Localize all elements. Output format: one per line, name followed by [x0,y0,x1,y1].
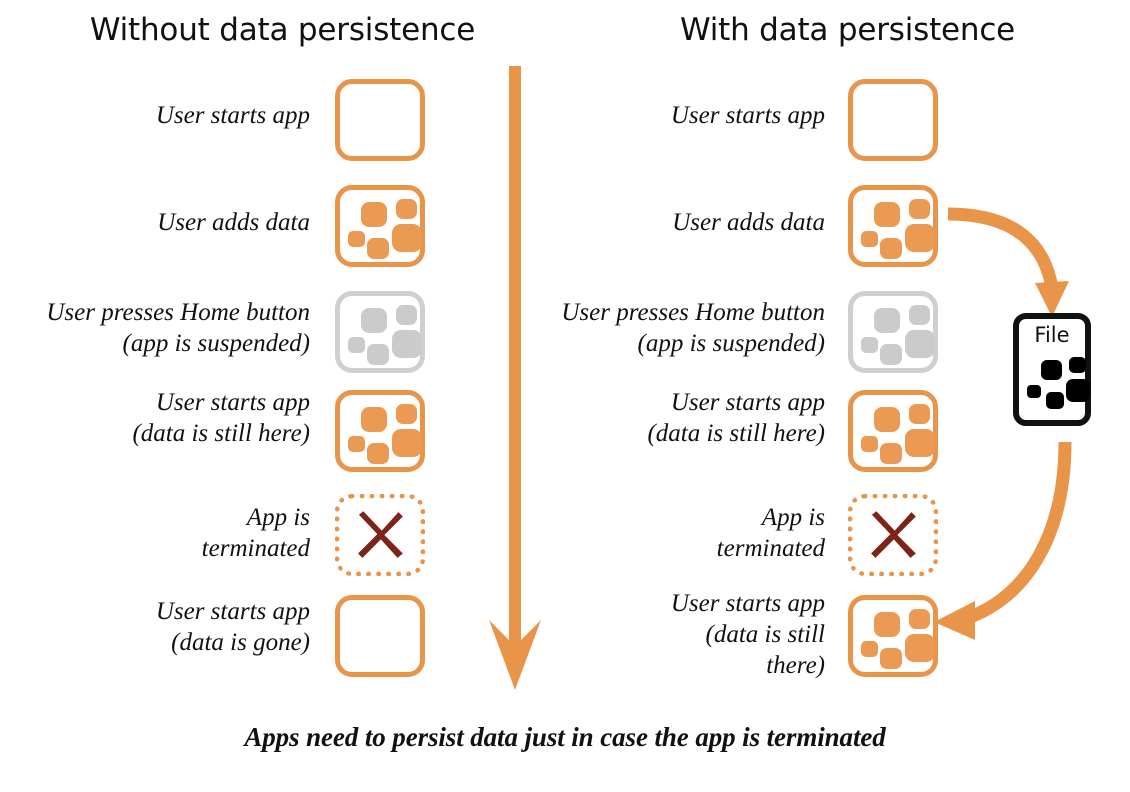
label-line: User adds data [672,209,825,236]
label-line: User starts app [670,102,825,129]
left-step-label-5: App is terminated [20,502,310,564]
data-tile [909,199,930,219]
right-step-label-2: User adds data [535,207,825,238]
data-tile [905,634,935,662]
data-tile [880,648,902,669]
right-step-label-5: App is terminated [535,502,825,564]
left-app-box-3 [335,291,425,373]
data-tile [861,231,878,247]
data-tile [861,641,878,657]
data-tile [905,429,935,457]
data-tile [880,238,902,259]
data-tile [348,231,365,247]
data-tile [861,436,878,452]
label-line: (data is still here) [132,420,310,447]
label-line: User starts app [670,389,825,416]
restore-from-file-arrow-icon [934,441,1072,640]
data-tile [367,344,389,365]
label-line: terminated [201,535,310,562]
data-tile [392,330,422,358]
data-tile [880,443,902,464]
label-line: User starts app [155,598,310,625]
data-tile [367,443,389,464]
data-tile [361,407,387,432]
label-line: User starts app [155,102,310,129]
save-to-file-arrow-icon [947,207,1069,317]
x-mark-icon [340,499,420,571]
right-app-box-5-terminated [848,494,938,576]
data-tile [905,330,935,358]
data-tile [1027,385,1041,398]
right-app-box-1 [848,79,938,161]
label-line: there) [766,652,825,679]
right-step-label-6: User starts app (data is still there) [535,588,825,681]
file-label: File [1034,323,1070,347]
right-step-label-3: User presses Home button (app is suspend… [515,297,825,359]
left-app-box-2 [335,185,425,267]
data-tile [348,436,365,452]
data-tile [396,305,417,325]
right-app-box-4 [848,390,938,472]
label-line: App is [761,504,825,531]
data-tile [880,344,902,365]
data-tile [1066,379,1090,402]
label-line: User starts app [670,590,825,617]
data-tile [905,224,935,252]
data-tile [392,224,422,252]
file-storage-box: File [1013,313,1091,426]
data-tile [909,609,930,629]
right-app-box-6 [848,595,938,677]
diagram-canvas: Without data persistence With data persi… [0,0,1130,792]
left-step-label-1: User starts app [20,100,310,131]
label-line: App is [246,504,310,531]
data-tile [874,407,900,432]
label-line: User presses Home button [46,299,310,326]
label-line: (data is still [705,621,825,648]
label-line: User starts app [155,389,310,416]
file-data-tiles [1025,353,1091,421]
data-tile [1041,360,1062,380]
timeline-arrow-icon [489,66,541,690]
right-app-box-3 [848,291,938,373]
data-tile [861,337,878,353]
data-tile [367,238,389,259]
data-tile [909,305,930,325]
left-app-box-6 [335,595,425,677]
data-tile [1069,357,1086,373]
heading-with-data-persistence: With data persistence [679,12,1016,48]
left-step-label-6: User starts app (data is gone) [20,596,310,658]
data-tile [874,612,900,637]
diagram-caption: Apps need to persist data just in case t… [244,722,886,752]
data-tile [874,202,900,227]
left-app-box-4 [335,390,425,472]
label-line: User adds data [157,209,310,236]
label-line: (data is still here) [647,420,825,447]
left-step-label-4: User starts app (data is still here) [20,387,310,449]
left-app-box-5-terminated [335,494,425,576]
data-tile [361,202,387,227]
right-step-label-1: User starts app [535,100,825,131]
right-step-label-4: User starts app (data is still here) [535,387,825,449]
data-tile [396,404,417,424]
left-step-label-3: User presses Home button (app is suspend… [0,297,310,359]
heading-without-data-persistence: Without data persistence [89,12,476,48]
label-line: (data is gone) [171,629,310,656]
left-step-label-2: User adds data [20,207,310,238]
right-app-box-2 [848,185,938,267]
left-app-box-1 [335,79,425,161]
x-mark-icon [853,499,933,571]
data-tile [396,199,417,219]
label-line: (app is suspended) [122,330,310,357]
label-line: terminated [716,535,825,562]
data-tile [874,308,900,333]
label-line: User presses Home button [561,299,825,326]
data-tile [361,308,387,333]
label-line: (app is suspended) [637,330,825,357]
data-tile [909,404,930,424]
data-tile [1046,392,1064,409]
data-tile [392,429,422,457]
data-tile [348,337,365,353]
